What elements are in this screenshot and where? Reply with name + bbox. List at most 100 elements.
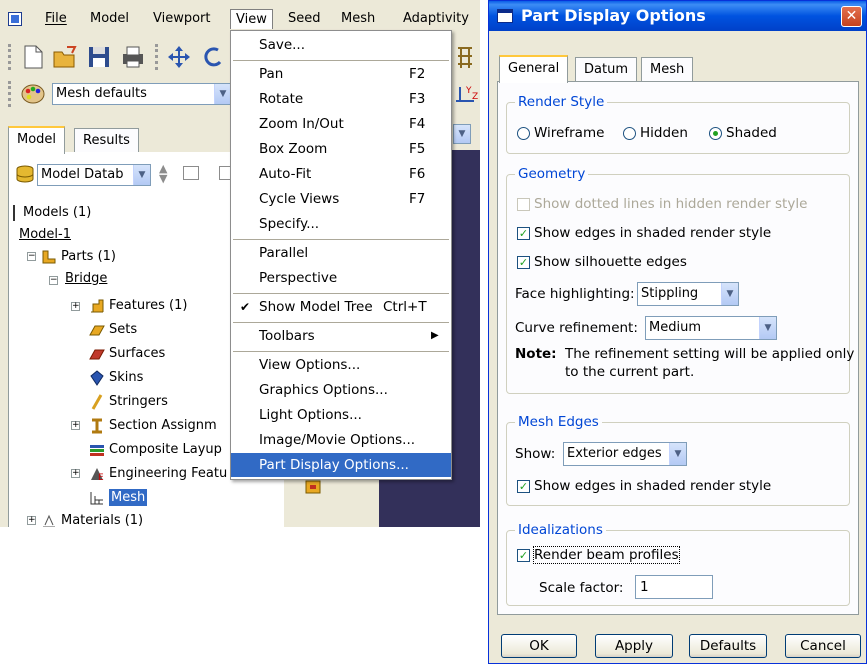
menu-item-show-model-tree[interactable]: ✔ Show Model Tree Ctrl+T [231,295,451,319]
rotate-icon[interactable] [200,44,226,70]
menu-adaptivity[interactable]: Adaptivity [398,9,474,29]
tree-item-bridge[interactable]: Bridge [65,268,107,290]
chevron-down-icon[interactable]: ▼ [721,283,738,305]
tree-item-stringers[interactable]: Stringers [89,391,168,413]
menu-item-image-movie-options[interactable]: Image/Movie Options... [231,428,451,452]
shaded-radio[interactable]: Shaded [709,124,777,142]
menu-item-light-options[interactable]: Light Options... [231,403,451,427]
defaults-button[interactable]: Defaults [689,634,767,658]
menu-item-save[interactable]: Save... [231,33,451,57]
menu-file[interactable]: File [40,9,72,29]
menu-item-rotate[interactable]: Rotate F3 [231,87,451,111]
pan-arrows-icon[interactable] [166,44,192,70]
menu-item-graphics-options[interactable]: Graphics Options... [231,378,451,402]
hidden-radio[interactable]: Hidden [623,124,688,142]
menu-item-box-zoom[interactable]: Box Zoom F5 [231,137,451,161]
ruler-icon[interactable] [452,44,478,70]
app-menu-icon[interactable] [8,12,22,26]
print-icon[interactable] [120,44,146,70]
menu-seed[interactable]: Seed [283,9,326,29]
mesh-show-combo[interactable]: Exterior edges ▼ [563,442,687,466]
tree-item-mesh[interactable]: Mesh [89,487,148,509]
scale-factor-input[interactable]: 1 [635,575,713,599]
menu-item-label: Rotate [259,91,304,107]
mesh-show-value: Exterior edges [567,446,662,461]
cancel-button[interactable]: Cancel [785,634,861,658]
menu-separator [233,351,449,352]
tree-item-features[interactable]: Features (1) [89,295,187,317]
tree-item-parts[interactable]: Parts (1) [41,246,116,268]
tree-item-section-assignments[interactable]: Section Assignm [89,415,217,437]
menu-mesh[interactable]: Mesh [336,9,380,29]
expand-features-icon[interactable]: + [71,302,80,311]
tree-item-skins[interactable]: Skins [89,367,143,389]
tab-datum[interactable]: Datum [575,57,637,83]
tab-general[interactable]: General [499,55,569,83]
face-highlighting-combo[interactable]: Stippling ▼ [637,282,739,306]
general-tab-page: Render Style Wireframe Hidden Shaded Geo… [497,81,859,615]
menu-viewport[interactable]: Viewport [148,9,216,29]
toolbar-grip-icon [8,81,11,107]
chevron-down-icon[interactable]: ▼ [669,443,686,465]
menu-item-view-options[interactable]: View Options... [231,353,451,377]
menu-item-zoom[interactable]: Zoom In/Out F4 [231,112,451,136]
axis-triad-icon[interactable]: YZ [452,81,478,107]
tab-results[interactable]: Results [74,128,139,154]
menu-item-label: Box Zoom [259,141,328,157]
tab-model[interactable]: Model [8,126,66,154]
show-edges-checkbox[interactable]: ✓ Show edges in shaded render style [517,224,771,242]
open-folder-icon[interactable] [52,44,78,70]
toolbox-tool-icon[interactable] [304,477,326,497]
menu-item-toolbars[interactable]: Toolbars ▶ [231,324,451,348]
beam-profiles-checkbox[interactable]: ✓ Render beam profiles [517,546,680,564]
tree-item-models[interactable]: Models (1) [13,202,91,224]
tree-item-materials[interactable]: Materials (1) [41,510,143,527]
model-database-combo[interactable]: Model Datab ▼ [37,164,151,186]
expand-section-icon[interactable]: + [71,421,80,430]
collapse-parts-icon[interactable]: − [27,252,36,261]
menu-item-auto-fit[interactable]: Auto-Fit F6 [231,162,451,186]
tree-label: Stringers [109,394,168,409]
palette-icon[interactable] [20,81,46,107]
radio-label: Wireframe [534,125,605,141]
viewport-combo-arrow[interactable]: ▼ [453,124,471,144]
new-file-icon[interactable] [20,44,46,70]
menu-view[interactable]: View [230,9,273,29]
chevron-down-icon[interactable]: ▼ [214,84,231,104]
tree-item-model-1[interactable]: Model-1 [19,224,71,246]
tree-item-composite-layups[interactable]: Composite Layup [89,439,222,461]
chevron-down-icon[interactable]: ▼ [759,317,776,339]
expand-materials-icon[interactable]: + [27,516,36,525]
ok-button[interactable]: OK [501,634,577,658]
tree-item-sets[interactable]: Sets [89,319,137,341]
dotted-lines-checkbox[interactable]: Show dotted lines in hidden render style [517,195,807,213]
parent-folder-icon[interactable] [183,166,199,180]
tree-item-surfaces[interactable]: Surfaces [89,343,165,365]
menu-item-parallel[interactable]: Parallel [231,241,451,265]
collapse-bridge-icon[interactable]: − [49,276,58,285]
close-icon[interactable]: ✕ [841,6,862,27]
chevron-down-icon[interactable]: ▼ [133,165,150,185]
mesh-defaults-combo[interactable]: Mesh defaults ▼ [52,83,232,105]
wireframe-radio[interactable]: Wireframe [517,124,604,142]
menu-item-specify[interactable]: Specify... [231,212,451,236]
apply-button[interactable]: Apply [595,634,673,658]
menu-item-pan[interactable]: Pan F2 [231,62,451,86]
menu-item-label: Zoom In/Out [259,116,344,132]
sort-updown-icon[interactable]: ▲ ▼ [159,163,167,184]
menu-item-label: Auto-Fit [259,166,312,182]
silhouette-checkbox[interactable]: ✓ Show silhouette edges [517,253,687,271]
dialog-title-bar[interactable]: Part Display Options ✕ [489,1,866,31]
tab-mesh[interactable]: Mesh [641,57,694,83]
curve-refinement-combo[interactable]: Medium ▼ [645,316,777,340]
tree-label: Parts (1) [61,249,116,264]
expand-engineering-icon[interactable]: + [71,469,80,478]
tree-item-engineering-features[interactable]: E Engineering Featu [89,463,227,485]
menu-item-cycle-views[interactable]: Cycle Views F7 [231,187,451,211]
render-style-group: Render Style Wireframe Hidden Shaded [506,94,850,154]
menu-item-perspective[interactable]: Perspective [231,266,451,290]
menu-model[interactable]: Model [85,9,134,29]
menu-item-part-display-options[interactable]: Part Display Options... [231,453,451,477]
mesh-show-edges-checkbox[interactable]: ✓ Show edges in shaded render style [517,477,771,495]
save-icon[interactable] [86,44,112,70]
